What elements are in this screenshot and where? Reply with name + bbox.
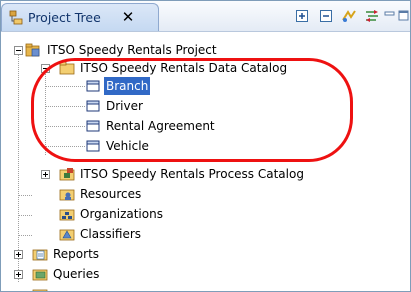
tree-item-label: Resources — [80, 187, 142, 201]
tree-item-label: Classifiers — [80, 227, 142, 241]
project-tree-view: Project Tree ✕ ITSO Speedy Rentals Proje… — [0, 0, 411, 292]
resources-icon — [59, 189, 75, 201]
expand-toggle[interactable] — [14, 250, 23, 259]
tree-item-process-catalog[interactable]: ITSO Speedy Rentals Process Catalog — [59, 165, 389, 183]
project-tree: ITSO Speedy Rentals Project ITSO Speedy … — [1, 32, 410, 291]
tree-item-partial[interactable] — [32, 285, 192, 291]
maximize-icon[interactable] — [398, 8, 410, 24]
link-with-editor-icon[interactable] — [341, 8, 357, 24]
project-tree-icon — [9, 10, 23, 25]
view-tab-bar: Project Tree ✕ — [1, 1, 410, 32]
tree-item-entity-branch[interactable]: Branch — [85, 77, 205, 95]
expand-all-icon[interactable] — [294, 8, 310, 24]
tree-item-label: Driver — [106, 99, 143, 113]
minimize-icon[interactable] — [384, 8, 396, 24]
collapse-all-icon[interactable] — [318, 8, 334, 24]
tree-item-label: Vehicle — [106, 139, 149, 153]
expand-toggle[interactable] — [41, 170, 50, 179]
tree-connector — [45, 126, 85, 127]
tree-item-organizations[interactable]: Organizations — [59, 205, 219, 223]
tree-item-label: Organizations — [80, 207, 163, 221]
close-icon[interactable]: ✕ — [120, 8, 136, 26]
tree-connector — [45, 106, 85, 107]
tree-item-label: ITSO Speedy Rentals Project — [47, 43, 217, 57]
tree-item-reports[interactable]: Reports — [32, 245, 192, 263]
tree-connector — [18, 215, 32, 216]
process-catalog-icon — [59, 168, 75, 181]
entity-icon — [86, 100, 100, 112]
tree-connector — [18, 50, 19, 282]
collapse-toggle[interactable] — [14, 46, 23, 55]
tree-item-classifiers[interactable]: Classifiers — [59, 225, 219, 243]
expand-toggle[interactable] — [14, 270, 23, 279]
tree-connector — [45, 146, 85, 147]
tree-item-entity-rental-agreement[interactable]: Rental Agreement — [85, 117, 245, 135]
tree-item-label: Rental Agreement — [106, 119, 215, 133]
entity-icon — [86, 140, 100, 152]
tree-connector — [45, 86, 85, 87]
tree-item-data-catalog[interactable]: ITSO Speedy Rentals Data Catalog — [59, 59, 359, 77]
tree-item-project[interactable]: ITSO Speedy Rentals Project — [25, 41, 325, 59]
tree-item-entity-driver[interactable]: Driver — [85, 97, 205, 115]
tree-item-label: Reports — [53, 247, 100, 261]
tab-project-tree[interactable]: Project Tree ✕ — [1, 3, 159, 31]
data-catalog-icon — [59, 61, 75, 75]
collapse-toggle[interactable] — [41, 64, 50, 73]
queries-icon — [32, 269, 48, 281]
tree-item-resources[interactable]: Resources — [59, 185, 219, 203]
tree-item-label: ITSO Speedy Rentals Process Catalog — [80, 167, 304, 181]
entity-icon — [86, 120, 100, 132]
tree-item-label: Branch — [104, 77, 151, 95]
project-icon — [25, 43, 40, 57]
tree-connector — [18, 235, 32, 236]
folder-icon — [32, 289, 48, 291]
tab-label: Project Tree — [28, 10, 101, 25]
tree-item-label: ITSO Speedy Rentals Data Catalog — [80, 61, 288, 75]
tree-connector — [18, 195, 32, 196]
filter-icon[interactable] — [364, 8, 380, 24]
organizations-icon — [59, 209, 75, 221]
tree-item-entity-vehicle[interactable]: Vehicle — [85, 137, 205, 155]
classifiers-icon — [59, 229, 75, 241]
entity-icon — [86, 80, 100, 92]
reports-icon — [32, 249, 48, 261]
tree-connector — [45, 68, 46, 155]
tree-item-label: Queries — [53, 267, 100, 281]
tree-item-queries[interactable]: Queries — [32, 265, 192, 283]
